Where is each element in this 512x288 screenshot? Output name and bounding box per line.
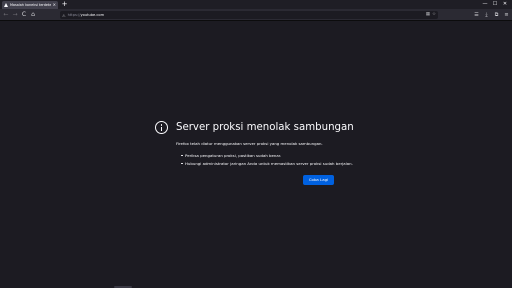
window-controls: — ☐ ✕ <box>480 0 510 9</box>
new-tab-button[interactable]: + <box>61 1 68 8</box>
page-content: Server proksi menolak sambungan Firefox … <box>0 22 512 288</box>
error-description: Firefox telah diatur menggunakan server … <box>176 141 323 146</box>
tab-active[interactable]: Masalah koneksi terdeteksi × <box>2 1 58 9</box>
home-button[interactable]: ⌂ <box>29 11 37 19</box>
url-text[interactable]: https://youtube.com <box>68 13 105 17</box>
warning-icon <box>4 3 8 7</box>
reload-button[interactable]: C <box>20 11 28 19</box>
tab-close-icon[interactable]: × <box>53 1 56 9</box>
maximize-button[interactable]: ☐ <box>490 0 500 9</box>
suggestion-item: Periksa pengaturan proksi, pastikan suda… <box>181 153 351 158</box>
toolbar-right: ☰ ⤓ ⧉ ≡ <box>473 11 510 19</box>
url-host: youtube.com <box>80 13 105 17</box>
menu-icon[interactable]: ≡ <box>503 11 510 19</box>
url-actions: ▦ ☆ <box>426 11 436 19</box>
bookmark-star-icon[interactable]: ☆ <box>432 11 436 19</box>
downloads-icon[interactable]: ⤓ <box>483 11 490 19</box>
info-icon <box>155 121 168 134</box>
url-bar[interactable]: ⚠ https://youtube.com ▦ ☆ <box>60 11 438 19</box>
retry-button[interactable]: Coba Lagi <box>303 175 334 185</box>
forward-button[interactable]: → <box>11 11 19 19</box>
browser-window: Masalah koneksi terdeteksi × + — ☐ ✕ ← →… <box>0 0 512 288</box>
tab-strip: Masalah koneksi terdeteksi × + — ☐ ✕ <box>0 0 512 9</box>
extensions-icon[interactable]: ⧉ <box>493 11 500 19</box>
close-window-button[interactable]: ✕ <box>500 0 510 9</box>
suggestion-item: Hubungi administrator jaringan Anda untu… <box>181 161 353 166</box>
warning-lock-icon[interactable]: ⚠ <box>62 13 66 18</box>
library-icon[interactable]: ☰ <box>473 11 480 19</box>
navigation-bar: ← → C ⌂ ⚠ https://youtube.com ▦ ☆ ☰ ⤓ ⧉ … <box>0 9 512 21</box>
tab-title: Masalah koneksi terdeteksi <box>10 3 51 7</box>
url-scheme: https:// <box>67 13 81 17</box>
error-title: Server proksi menolak sambungan <box>176 122 354 133</box>
page-actions-icon[interactable]: ▦ <box>426 11 430 19</box>
back-button[interactable]: ← <box>2 11 10 19</box>
error-suggestions: Periksa pengaturan proksi, pastikan suda… <box>181 153 353 169</box>
minimize-button[interactable]: — <box>480 0 490 9</box>
